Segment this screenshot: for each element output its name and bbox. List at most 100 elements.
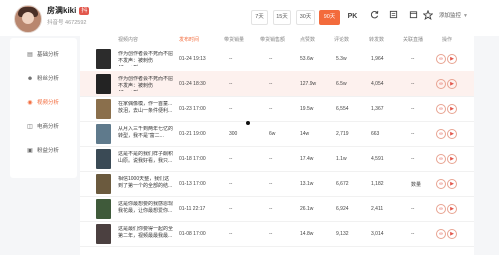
video-thumbnail[interactable] <box>96 124 111 144</box>
sales-revenue: -- <box>269 106 273 112</box>
video-title[interactable]: 从月入三千到两年七亿的转型，我不是“富二... <box>118 126 174 141</box>
sales-revenue: -- <box>269 181 273 187</box>
link-icon[interactable]: ∞ <box>436 54 446 64</box>
sales-count: -- <box>229 231 233 237</box>
sales-count: -- <box>229 181 233 187</box>
publish-date: 01-08 17:00 <box>179 231 206 237</box>
header-live: 关联直播 <box>403 37 424 43</box>
refresh-icon[interactable] <box>368 10 381 23</box>
video-title[interactable]: 作为创作者会不死而不屈不发声：被刺伤47cm+到... <box>118 76 174 91</box>
avatar[interactable] <box>14 5 42 33</box>
account-name: 房满kiki 抖 <box>47 6 90 15</box>
sales-revenue: 6w <box>269 131 276 137</box>
publish-date: 01-13 17:00 <box>179 181 206 187</box>
sidebar-item-video[interactable]: ◉ 视频分析 <box>10 96 77 110</box>
video-table: 视频内容 发布时间 带货销量 带货销售额 点赞数 评论数 转发数 关联直播 操作… <box>80 30 474 255</box>
video-thumbnail[interactable] <box>96 174 111 194</box>
play-icon[interactable]: ▶ <box>447 129 457 139</box>
sales-count: -- <box>229 206 233 212</box>
range-7d-button[interactable]: 7天 <box>251 10 268 25</box>
comment-count: 5.3w <box>336 56 347 62</box>
calendar-icon[interactable] <box>407 10 420 23</box>
header-content: 视频内容 <box>118 37 139 43</box>
sidebar-item-profit[interactable]: ▣ 粉益分析 <box>10 144 77 158</box>
video-icon: ◉ <box>27 100 33 106</box>
comment-count: 1.1w <box>336 156 347 162</box>
header-revenue[interactable]: 带货销售额 <box>260 36 285 43</box>
play-icon[interactable]: ▶ <box>447 179 457 189</box>
video-title[interactable]: 在家偶像模，作一首童...放泪，去山一条件便利... <box>118 101 174 116</box>
link-icon[interactable]: ∞ <box>436 79 446 89</box>
chevron-down-icon: ▼ <box>463 13 468 19</box>
play-icon[interactable]: ▶ <box>447 229 457 239</box>
video-thumbnail[interactable] <box>96 224 111 244</box>
header-comments[interactable]: 评论数 <box>334 36 349 43</box>
sidebar-item-basic[interactable]: ▤ 基础分析 <box>10 48 77 62</box>
publish-date: 01-21 19:00 <box>179 131 206 137</box>
sales-count: -- <box>229 56 233 62</box>
like-count: 19.5w <box>300 106 314 112</box>
sidebar-item-fans[interactable]: ☻ 粉丝分析 <box>10 72 77 86</box>
video-title[interactable]: 这是最们你要得一起的全第二年，视频最最我最... <box>118 226 174 241</box>
link-icon[interactable]: ∞ <box>436 104 446 114</box>
header-likes[interactable]: 点赞数 <box>300 36 315 43</box>
link-icon[interactable]: ∞ <box>436 179 446 189</box>
table-row[interactable]: 从月入三千到两年七亿的转型，我不是“富二... 01-21 19:00 300 6w 1… <box>80 121 474 147</box>
link-icon[interactable]: ∞ <box>436 154 446 164</box>
share-count: 4,591 <box>371 156 384 162</box>
add-monitor-button[interactable]: 添加监控 ▼ <box>439 10 483 23</box>
link-icon[interactable]: ∞ <box>436 204 446 214</box>
live-link: -- <box>411 56 415 62</box>
play-icon[interactable]: ▶ <box>447 154 457 164</box>
table-row[interactable]: 这是不是的我们样子酮积山原。说我好看，我只... 01-18 17:00 -- -- 1… <box>80 146 474 172</box>
video-title[interactable]: 相信1000天整，我们这到了第一个的全部的结... <box>118 176 174 191</box>
link-icon[interactable]: ∞ <box>436 129 446 139</box>
play-icon[interactable]: ▶ <box>447 54 457 64</box>
share-count: 1,367 <box>371 106 384 112</box>
sales-revenue: -- <box>269 156 273 162</box>
header-sales[interactable]: 带货销量 <box>224 36 244 43</box>
sidebar-item-ecommerce[interactable]: ◫ 电商分析 <box>10 120 77 134</box>
sales-count: -- <box>229 106 233 112</box>
comment-count: 9,132 <box>336 231 349 237</box>
link-icon[interactable]: ∞ <box>436 229 446 239</box>
copy-icon[interactable] <box>387 10 400 23</box>
video-thumbnail[interactable] <box>96 74 111 94</box>
share-count: 1,964 <box>371 56 384 62</box>
play-icon[interactable]: ▶ <box>447 104 457 114</box>
range-30d-button[interactable]: 30天 <box>296 10 315 25</box>
header-date[interactable]: 发布时间 <box>179 36 199 43</box>
pk-button[interactable]: PK <box>346 10 359 23</box>
publish-date: 01-23 17:00 <box>179 106 206 112</box>
like-count: 14w <box>300 131 310 137</box>
comment-count: 6,672 <box>336 181 349 187</box>
video-thumbnail[interactable] <box>96 99 111 119</box>
table-row[interactable]: 这是最们你要得一起的全第二年，视频最最我最... 01-08 17:00 -- -- 1… <box>80 221 474 247</box>
publish-date: 01-24 19:13 <box>179 56 206 62</box>
table-row[interactable]: 在家偶像模，作一首童...放泪，去山一条件便利... 01-23 17:00 -- -… <box>80 96 474 122</box>
header-shares[interactable]: 转发数 <box>369 36 384 43</box>
video-thumbnail[interactable] <box>96 199 111 219</box>
video-title[interactable]: 这是你最想要的我感恩现我花最，让你最想爱你... <box>118 201 174 216</box>
video-title[interactable]: 作为创作者会不死而不屈不发声：被刺伤47cm+到... <box>118 51 174 66</box>
publish-date: 01-11 22:17 <box>179 206 206 212</box>
range-15d-button[interactable]: 15天 <box>273 10 291 25</box>
account-id: 抖音号 4672592 <box>47 20 87 26</box>
range-90d-button[interactable]: 90天 <box>319 10 340 25</box>
table-row[interactable]: 作为创作者会不死而不屈不发声：被刺伤47cm+到... 01-24 18:30 --… <box>80 71 474 97</box>
video-title[interactable]: 这是不是的我们样子酮积山原。说我好看，我只... <box>118 151 174 166</box>
live-link: 数量 <box>411 182 422 188</box>
star-icon[interactable] <box>421 9 434 23</box>
play-icon[interactable]: ▶ <box>447 79 457 89</box>
like-count: 13.1w <box>300 181 314 187</box>
video-thumbnail[interactable] <box>96 149 111 169</box>
sales-count: -- <box>229 156 233 162</box>
table-row[interactable]: 相信1000天整，我们这到了第一个的全部的结... 01-13 17:00 -- --… <box>80 171 474 197</box>
video-thumbnail[interactable] <box>96 49 111 69</box>
fans-icon: ☻ <box>26 76 34 82</box>
sales-revenue: -- <box>269 231 273 237</box>
table-row[interactable]: 这是你最想要的我感恩现我花最，让你最想爱你... 01-11 22:17 -- -- 2… <box>80 196 474 222</box>
play-icon[interactable]: ▶ <box>447 204 457 214</box>
table-row[interactable]: 作为创作者会不死而不屈不发声：被刺伤47cm+到... 01-24 19:13 --… <box>80 46 474 72</box>
comment-count: 2,719 <box>336 131 349 137</box>
